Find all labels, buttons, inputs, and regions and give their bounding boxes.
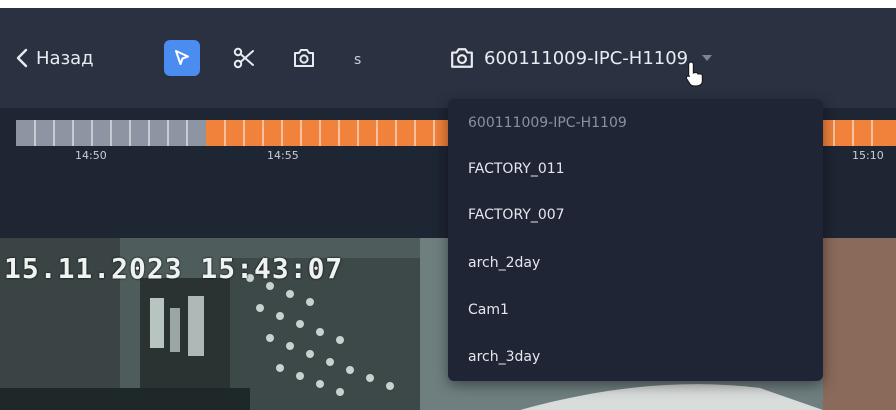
- camera-select-value: 600111009-IPC-H1109: [484, 47, 689, 69]
- pointer-icon: [175, 50, 189, 65]
- dropdown-item[interactable]: arch_3day: [468, 349, 540, 365]
- snapshot-button[interactable]: [286, 40, 322, 76]
- dropdown-item[interactable]: FACTORY_007: [468, 207, 565, 223]
- dropdown-item[interactable]: arch_2day: [468, 255, 540, 271]
- dropdown-item-selected[interactable]: 600111009-IPC-H1109: [468, 115, 627, 131]
- back-button[interactable]: Назад: [16, 44, 94, 72]
- dropdown-item[interactable]: Cam1: [468, 302, 509, 318]
- timeline-label: 15:10: [852, 149, 884, 162]
- mouse-cursor-icon: [685, 61, 703, 87]
- camera-select[interactable]: 600111009-IPC-H1109: [450, 42, 713, 74]
- toolbar: Назад s 600111009-IPC-H1109: [0, 8, 896, 108]
- camera-icon: [294, 49, 314, 67]
- speed-s-button[interactable]: s: [354, 52, 361, 68]
- scissors-icon: [233, 47, 254, 69]
- camera-dropdown-menu: 600111009-IPC-H1109 FACTORY_011 FACTORY_…: [448, 99, 823, 381]
- video-timestamp-overlay: 15.11.2023 15:43:07: [4, 252, 344, 285]
- dropdown-item[interactable]: FACTORY_011: [468, 161, 565, 177]
- back-label: Назад: [36, 47, 94, 69]
- camera-icon: [451, 48, 473, 68]
- select-tool-button[interactable]: [164, 40, 200, 76]
- cut-tool-button[interactable]: [226, 40, 262, 76]
- timeline-label: 14:50: [75, 149, 107, 162]
- timeline-label: 14:55: [267, 149, 299, 162]
- chevron-left-icon: [16, 48, 28, 68]
- top-strip: [0, 0, 896, 8]
